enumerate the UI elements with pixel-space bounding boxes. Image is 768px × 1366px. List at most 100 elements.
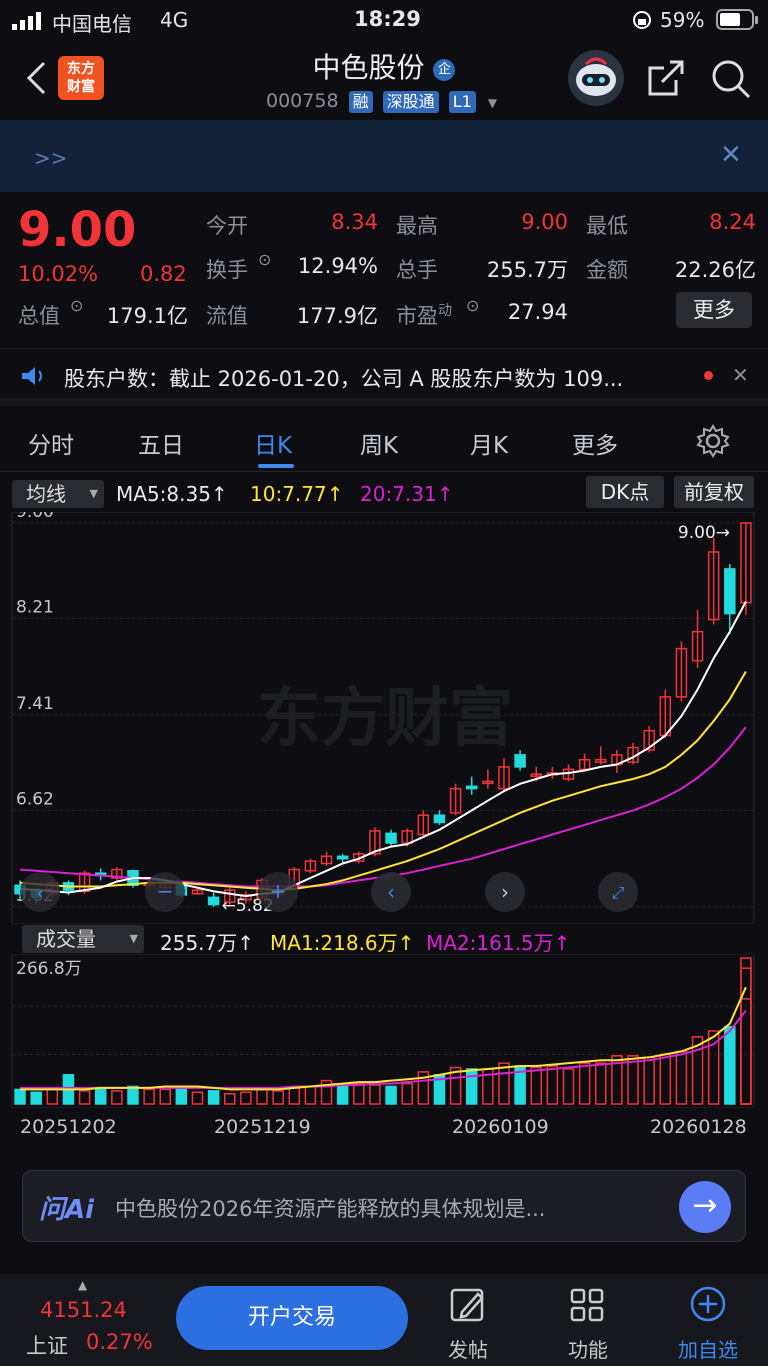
- volume-bar: [256, 1088, 268, 1105]
- volume-bar: [159, 1088, 171, 1105]
- ai-question-box[interactable]: 问Ai 中色股份2026年资源产能释放的具体规划是... →: [22, 1170, 746, 1242]
- volume-bar: [643, 1056, 655, 1105]
- grid-icon: [570, 1288, 604, 1322]
- settings-gear-icon[interactable]: [696, 424, 730, 458]
- change-amount: 0.82: [140, 262, 187, 286]
- search-icon[interactable]: [710, 58, 752, 100]
- candle-body: [433, 814, 446, 824]
- index-change[interactable]: 0.27%: [86, 1330, 153, 1354]
- info-icon[interactable]: ⊙: [466, 296, 479, 315]
- volume-bar: [498, 1062, 510, 1105]
- more-button[interactable]: 更多: [676, 292, 752, 328]
- share-icon[interactable]: [646, 58, 686, 98]
- volume-bar: [175, 1087, 188, 1105]
- candle-body: [336, 855, 349, 860]
- clock: 18:29: [354, 7, 421, 31]
- stock-code: 000758: [266, 90, 339, 112]
- bottom-bar: ▲ 4151.24 上证 0.27% 开户交易 发帖 功能 加自选: [0, 1274, 768, 1366]
- volume-bar: [369, 1084, 381, 1105]
- tab-weekly-k[interactable]: 周K: [360, 426, 398, 460]
- add-watchlist-button[interactable]: 加自选: [668, 1284, 748, 1362]
- volume-bar: [240, 1091, 252, 1105]
- volume-bar: [127, 1085, 139, 1105]
- volume-chart[interactable]: 266.8万: [0, 954, 768, 1108]
- date-label: 20260109: [452, 1116, 549, 1138]
- date-axis: 20251202 20251219 20260109 20260128: [0, 1110, 768, 1146]
- enterprise-badge: 企: [433, 59, 456, 81]
- volume-bar: [627, 1055, 639, 1105]
- tab-monthly-k[interactable]: 月K: [470, 426, 508, 460]
- date-label: 20251219: [214, 1116, 311, 1138]
- notice-banner[interactable]: >> ✕: [0, 120, 768, 192]
- volume-value-label: 255.7万↑: [160, 931, 255, 955]
- robot-assistant-icon[interactable]: [568, 50, 624, 106]
- volume-bar: [578, 1062, 591, 1105]
- price-tick-label: 9.00: [16, 512, 54, 522]
- rotation-lock-icon: [633, 11, 651, 29]
- tab-five-day[interactable]: 五日: [138, 426, 184, 460]
- ma5-label: MA5:8.35↑: [116, 482, 228, 506]
- volume-bar: [78, 1090, 91, 1105]
- unread-dot: [704, 371, 713, 380]
- news-ticker[interactable]: 股东户数：截止 2026-01-20，公司 A 股股东户数为 109... ✕: [0, 348, 768, 406]
- arrow-right-icon[interactable]: →: [679, 1181, 731, 1233]
- vol-ma1-label: MA1:218.6万↑: [270, 931, 415, 955]
- volume-bar: [191, 1091, 204, 1105]
- volume-bar: [111, 1090, 123, 1105]
- tab-intraday[interactable]: 分时: [28, 426, 74, 460]
- watermark: 东方财富: [257, 682, 513, 756]
- pe-value: 27.94: [507, 300, 568, 324]
- dk-point-button[interactable]: DK点: [586, 476, 664, 508]
- close-icon[interactable]: ✕: [720, 140, 742, 170]
- volume-bar: [304, 1085, 317, 1105]
- speaker-icon: [22, 367, 42, 385]
- candle-body: [207, 896, 220, 906]
- date-label: 20260128: [650, 1116, 747, 1138]
- volume-legend-row: 成交量 ▼ 255.7万↑ MA1:218.6万↑ MA2:161.5万↑: [0, 924, 768, 955]
- volume-bar: [288, 1087, 301, 1105]
- volume-bar: [562, 1068, 575, 1105]
- post-button[interactable]: 发帖: [428, 1284, 508, 1362]
- close-icon[interactable]: ✕: [732, 363, 749, 387]
- volume-bar: [336, 1085, 349, 1105]
- volume-bar: [207, 1090, 220, 1105]
- tag-margin: 融: [348, 91, 373, 113]
- price-tick-label: 7.41: [16, 694, 54, 714]
- open-account-trade-button[interactable]: 开户交易: [176, 1286, 408, 1350]
- total-mv-label: 总值: [18, 304, 60, 328]
- float-mv-value: 177.9亿: [296, 304, 378, 328]
- low-value: 8.24: [709, 210, 756, 234]
- tab-more[interactable]: 更多: [572, 426, 618, 460]
- adjust-button[interactable]: 前复权: [674, 476, 754, 508]
- volume-bar: [675, 1050, 688, 1105]
- svg-text:⤢: ⤢: [612, 883, 625, 902]
- volume-grid: [11, 954, 755, 1108]
- tag-level1: L1: [448, 91, 476, 113]
- volume-bar: [740, 957, 752, 1105]
- carrier-name: 中国电信: [52, 12, 132, 36]
- expand-up-icon[interactable]: ▲: [78, 1278, 87, 1292]
- index-name[interactable]: 上证: [26, 1330, 68, 1360]
- last-price: 9.00: [18, 202, 137, 258]
- volume-bar: [546, 1065, 559, 1105]
- edit-icon: [450, 1288, 484, 1322]
- amount-value: 22.26亿: [674, 258, 756, 282]
- chevron-down-icon[interactable]: ▼: [488, 96, 497, 110]
- indicator-selector[interactable]: 均线 ▼: [12, 480, 104, 508]
- period-tabs: 分时 五日 日K 周K 月K 更多: [0, 410, 768, 472]
- high-value: 9.00: [521, 210, 568, 234]
- candlestick-chart[interactable]: 东方财富 9.008.217.416.625.82 9.00→ ←5.82 ‹ …: [0, 512, 768, 924]
- info-icon[interactable]: ⊙: [258, 250, 271, 269]
- total-mv: 179.1亿: [106, 304, 188, 328]
- index-value[interactable]: 4151.24: [40, 1298, 127, 1322]
- function-button[interactable]: 功能: [548, 1284, 628, 1362]
- volume-bar: [353, 1082, 365, 1105]
- price-tick-label: 8.21: [16, 597, 54, 617]
- volume-indicator-selector[interactable]: 成交量 ▼: [22, 925, 144, 953]
- tab-daily-k[interactable]: 日K: [254, 426, 292, 460]
- info-icon[interactable]: ⊙: [70, 296, 83, 315]
- banner-arrows: >>: [34, 146, 68, 170]
- high-label: 最高: [396, 214, 438, 238]
- ma10-label: 10:7.77↑: [250, 482, 344, 506]
- volume-max-label: 266.8万: [16, 959, 82, 979]
